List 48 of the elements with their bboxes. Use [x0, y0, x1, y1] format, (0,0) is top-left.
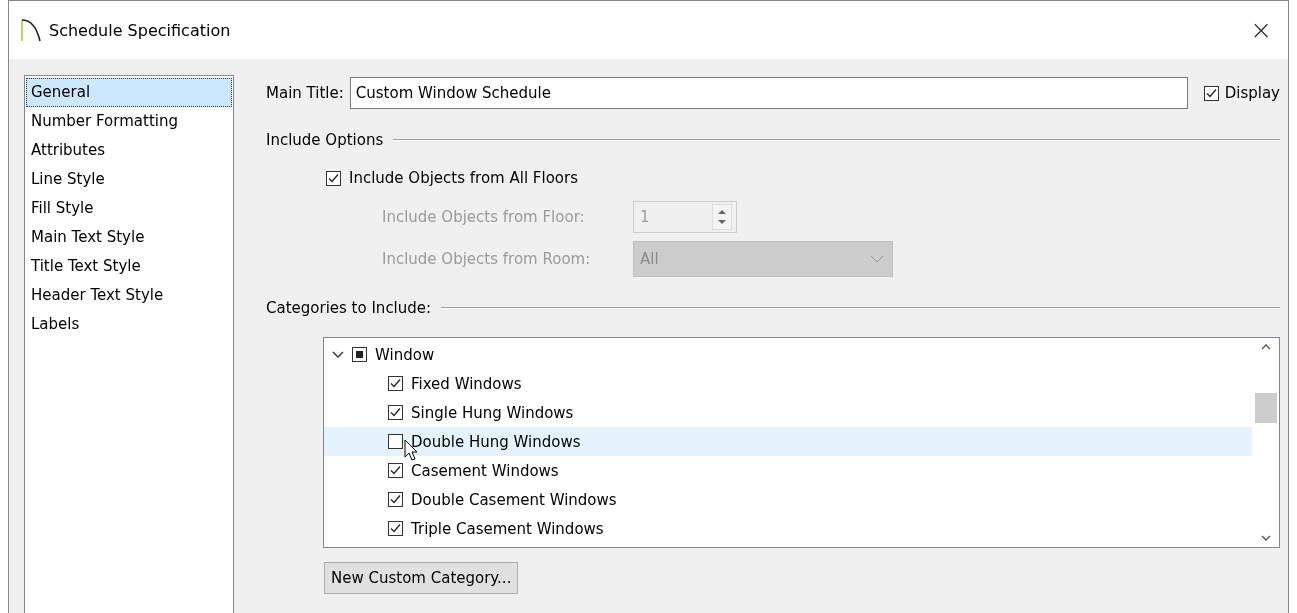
all-floors-checkbox[interactable] [326, 170, 341, 186]
close-button[interactable]: × [1246, 15, 1276, 45]
sidebar-item[interactable]: Labels [26, 310, 232, 339]
tree-item-label: Fixed Windows [411, 374, 522, 393]
group-heading: Include Options [266, 131, 384, 149]
tree-row[interactable]: Double Casement Windows [324, 485, 1252, 514]
tri-state-checkbox[interactable] [352, 347, 367, 362]
category-checkbox[interactable] [388, 492, 403, 507]
tree-row[interactable]: Triple Casement Windows [324, 514, 1252, 543]
field-label: Main Title: [266, 84, 344, 102]
category-checkbox[interactable] [388, 463, 403, 478]
tree-item-label: Double Hung Windows [411, 432, 581, 451]
window-title: Schedule Specification [49, 20, 232, 40]
tree-item-label: Double Casement Windows [411, 490, 617, 509]
checkbox-label: Include Objects from All Floors [349, 169, 578, 187]
sidebar-item[interactable]: General [26, 78, 232, 107]
group-heading: Categories to Include: [266, 299, 432, 317]
checkbox-label: Display [1224, 84, 1280, 102]
chevron-up-icon[interactable] [1260, 344, 1271, 350]
sidebar-item[interactable]: Fill Style [26, 194, 232, 223]
scrollbar-thumb[interactable] [1254, 392, 1277, 423]
tree-row[interactable]: Single Hung Windows [324, 398, 1252, 427]
tree-row[interactable]: Fixed Windows [324, 369, 1252, 398]
sidebar-item[interactable]: Header Text Style [26, 281, 232, 310]
tree-item-label: Triple Casement Windows [411, 519, 604, 538]
sidebar-item[interactable]: Number Formatting [26, 107, 232, 136]
new-category-button[interactable]: New Custom Category... [324, 562, 519, 594]
sidebar-item[interactable]: Attributes [26, 136, 232, 165]
category-checkbox[interactable] [388, 405, 403, 420]
sidebar-item[interactable]: Line Style [26, 165, 232, 194]
sidebar-item[interactable]: Main Text Style [26, 223, 232, 252]
display-checkbox[interactable] [1203, 85, 1219, 101]
field-label: Include Objects from Room: [382, 250, 592, 268]
tree-item-label: Window [375, 345, 435, 364]
category-checkbox[interactable] [388, 434, 403, 449]
spin-arrows-icon [712, 204, 732, 230]
chevron-down-icon[interactable] [332, 350, 344, 359]
main-title-field[interactable]: Custom Window Schedule [349, 77, 1188, 109]
chevron-down-icon[interactable] [1260, 535, 1271, 541]
tree-item-label: Casement Windows [411, 461, 559, 480]
field-label: Include Objects from Floor: [382, 208, 586, 226]
chevron-down-icon [870, 255, 884, 263]
sidebar-item[interactable]: Title Text Style [26, 252, 232, 281]
category-checkbox[interactable] [388, 521, 403, 536]
arch-logo-icon [21, 17, 41, 43]
tree-row[interactable]: Casement Windows [324, 456, 1252, 485]
tree-item-label: Single Hung Windows [411, 403, 574, 422]
category-checkbox[interactable] [388, 376, 403, 391]
